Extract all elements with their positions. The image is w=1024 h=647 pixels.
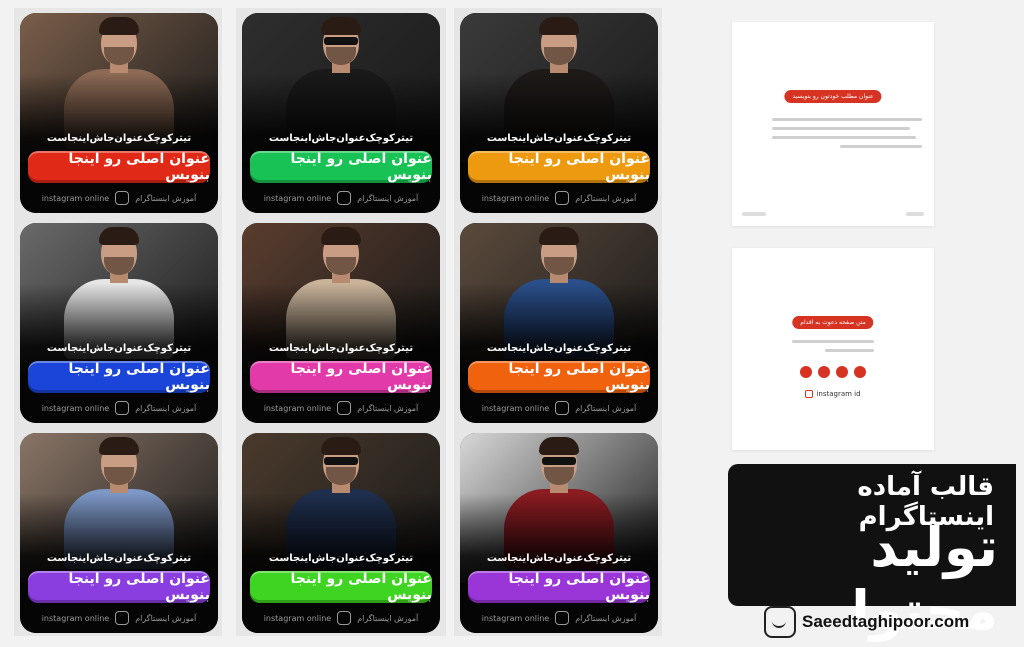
post-body-lines: [772, 118, 922, 154]
card-title-pill: عنوان اصلی رو اینجا بنویس: [250, 151, 432, 183]
footer-text: آموزش اینستاگرام: [357, 403, 419, 413]
post-card[interactable]: تیترکوچک‌عنوان‌جاش‌اینجاست عنوان اصلی رو…: [460, 433, 658, 633]
card-title-pill: عنوان اصلی رو اینجا بنویس: [250, 571, 432, 603]
card-footer: instagram online آموزش اینستاگرام: [460, 401, 658, 415]
card-subtitle: تیترکوچک‌عنوان‌جاش‌اینجاست: [268, 133, 414, 144]
brand-icon: [555, 401, 570, 415]
card-footer: instagram online آموزش اینستاگرام: [242, 191, 440, 205]
post-title-badge: عنوان مطلب خودتون رو بنویسید: [784, 90, 882, 103]
cta-action-icons: [732, 366, 934, 378]
cta-handle-text: instagram id: [816, 390, 861, 398]
card-footer: instagram online آموزش اینستاگرام: [460, 191, 658, 205]
card-title-pill: عنوان اصلی رو اینجا بنویس: [250, 361, 432, 393]
post-card[interactable]: تیترکوچک‌عنوان‌جاش‌اینجاست عنوان اصلی رو…: [20, 223, 218, 423]
brand-icon: [337, 191, 352, 205]
footer-text: آموزش اینستاگرام: [135, 193, 197, 203]
brand-icon: [337, 611, 352, 625]
card-title-pill: عنوان اصلی رو اینجا بنویس: [28, 151, 210, 183]
comment-icon: [818, 366, 830, 378]
site-credit[interactable]: Saeedtaghipoor.com: [764, 606, 969, 638]
heart-icon: [800, 366, 812, 378]
card-footer: instagram online آموزش اینستاگرام: [20, 191, 218, 205]
card-subtitle: تیترکوچک‌عنوان‌جاش‌اینجاست: [486, 553, 632, 564]
footer-text: آموزش اینستاگرام: [135, 403, 197, 413]
card-subtitle: تیترکوچک‌عنوان‌جاش‌اینجاست: [46, 553, 192, 564]
footer-text: آموزش اینستاگرام: [135, 613, 197, 623]
footer-text: آموزش اینستاگرام: [575, 403, 637, 413]
footer-handle: instagram online: [481, 613, 550, 623]
footer-text: آموزش اینستاگرام: [357, 193, 419, 203]
card-title-pill: عنوان اصلی رو اینجا بنویس: [468, 361, 650, 393]
card-footer: instagram online آموزش اینستاگرام: [20, 611, 218, 625]
card-subtitle: تیترکوچک‌عنوان‌جاش‌اینجاست: [268, 343, 414, 354]
model-hair: [539, 17, 579, 35]
card-title-pill: عنوان اصلی رو اینجا بنویس: [468, 571, 650, 603]
model-hair: [99, 17, 139, 35]
footer-text: آموزش اینستاگرام: [575, 193, 637, 203]
card-footer: instagram online آموزش اینستاگرام: [242, 401, 440, 415]
card-subtitle: تیترکوچک‌عنوان‌جاش‌اینجاست: [46, 343, 192, 354]
brand-icon: [115, 191, 130, 205]
instagram-icon: [805, 390, 814, 398]
card-subtitle: تیترکوچک‌عنوان‌جاش‌اینجاست: [268, 553, 414, 564]
card-subtitle: تیترکوچک‌عنوان‌جاش‌اینجاست: [46, 133, 192, 144]
brand-icon: [555, 191, 570, 205]
post-card[interactable]: تیترکوچک‌عنوان‌جاش‌اینجاست عنوان اصلی رو…: [460, 223, 658, 423]
footer-handle: instagram online: [481, 193, 550, 203]
footer-handle: instagram online: [263, 403, 332, 413]
post-card[interactable]: تیترکوچک‌عنوان‌جاش‌اینجاست عنوان اصلی رو…: [460, 13, 658, 213]
template-showcase: تیترکوچک‌عنوان‌جاش‌اینجاست عنوان اصلی رو…: [0, 0, 1024, 647]
card-footer: instagram online آموزش اینستاگرام: [460, 611, 658, 625]
model-hair: [321, 227, 361, 245]
brand-icon: [337, 401, 352, 415]
site-name: Saeedtaghipoor.com: [802, 612, 970, 631]
post-card[interactable]: تیترکوچک‌عنوان‌جاش‌اینجاست عنوان اصلی رو…: [242, 13, 440, 213]
brand-icon: [555, 611, 570, 625]
footer-handle: instagram online: [481, 403, 550, 413]
footer-text: آموزش اینستاگرام: [575, 613, 637, 623]
footer-text: آموزش اینستاگرام: [357, 613, 419, 623]
model-hair: [99, 437, 139, 455]
footer-handle: instagram online: [41, 403, 110, 413]
bookmark-icon: [836, 366, 848, 378]
card-footer: instagram online آموزش اینستاگرام: [242, 611, 440, 625]
footer-handle: instagram online: [263, 613, 332, 623]
cta-body-lines: [792, 340, 874, 358]
post-card[interactable]: تیترکوچک‌عنوان‌جاش‌اینجاست عنوان اصلی رو…: [20, 433, 218, 633]
footer-handle: instagram online: [263, 193, 332, 203]
sunglasses: [324, 457, 358, 465]
card-subtitle: تیترکوچک‌عنوان‌جاش‌اینجاست: [486, 343, 632, 354]
cta-handle: instagram id: [732, 390, 934, 398]
promo-banner: قالب آماده اینستاگرام تولید محتوا: [728, 464, 1016, 642]
sunglasses: [324, 37, 358, 45]
sunglasses: [542, 457, 576, 465]
post-card[interactable]: تیترکوچک‌عنوان‌جاش‌اینجاست عنوان اصلی رو…: [242, 433, 440, 633]
card-title-pill: عنوان اصلی رو اینجا بنویس: [28, 361, 210, 393]
card-title-pill: عنوان اصلی رو اینجا بنویس: [468, 151, 650, 183]
brand-icon: [115, 611, 130, 625]
footer-handle: instagram online: [41, 613, 110, 623]
model-hair: [321, 17, 361, 35]
cta-title-badge: متن صفحه دعوت به اقدام: [792, 316, 874, 329]
template-sheet-cta: متن صفحه دعوت به اقدام instagram id: [732, 248, 934, 450]
model-hair: [321, 437, 361, 455]
template-sheet-post: عنوان مطلب خودتون رو بنویسید: [732, 22, 934, 226]
post-footer-line: [742, 212, 924, 216]
model-hair: [99, 227, 139, 245]
brand-icon: [115, 401, 130, 415]
card-footer: instagram online آموزش اینستاگرام: [20, 401, 218, 415]
post-card[interactable]: تیترکوچک‌عنوان‌جاش‌اینجاست عنوان اصلی رو…: [20, 13, 218, 213]
model-hair: [539, 227, 579, 245]
model-hair: [539, 437, 579, 455]
card-subtitle: تیترکوچک‌عنوان‌جاش‌اینجاست: [486, 133, 632, 144]
site-logo-icon: [764, 606, 796, 638]
footer-handle: instagram online: [41, 193, 110, 203]
post-card[interactable]: تیترکوچک‌عنوان‌جاش‌اینجاست عنوان اصلی رو…: [242, 223, 440, 423]
share-icon: [854, 366, 866, 378]
card-title-pill: عنوان اصلی رو اینجا بنویس: [28, 571, 210, 603]
